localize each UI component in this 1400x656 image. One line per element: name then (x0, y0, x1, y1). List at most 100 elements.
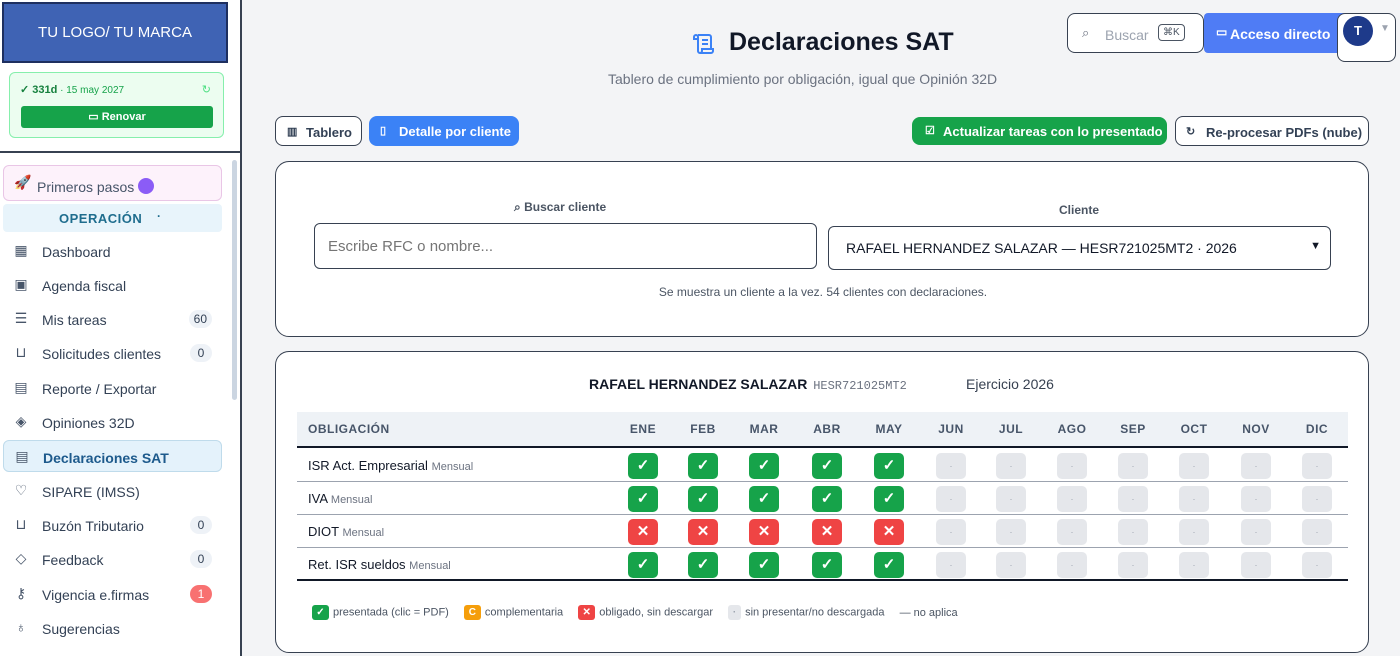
global-search[interactable]: ⌕ Buscar ⌘K (1067, 13, 1204, 53)
reprocess-pdfs-button[interactable]: ↻ Re-procesar PDFs (nube) (1175, 116, 1369, 146)
sidebar-item-declaraciones-sat[interactable]: ▤ Declaraciones SAT (3, 440, 222, 472)
sidebar-item-label: SIPARE (IMSS) (42, 484, 140, 500)
status-pendiente: · (1302, 519, 1332, 545)
status-pendiente: · (1057, 453, 1087, 479)
obligation-name: IVA Mensual (308, 491, 372, 506)
legend-label: obligado, sin descargar (599, 606, 713, 619)
status-pendiente: · (1241, 552, 1271, 578)
status-pendiente: · (936, 519, 966, 545)
update-tasks-button[interactable]: ☑ Actualizar tareas con lo presentado (912, 117, 1167, 145)
column-header-month: OCT (1180, 422, 1208, 436)
sidebar-item-label: Mis tareas (42, 312, 107, 328)
checklist-icon: ☰ (14, 310, 28, 326)
sidebar-item-feedback[interactable]: ◇ Feedback 0 (3, 543, 222, 575)
status-presentada[interactable]: ✓ (688, 453, 718, 479)
sidebar-scrollbar[interactable] (232, 160, 237, 400)
legend-item-complementaria: Ccomplementaria (463, 605, 563, 620)
sidebar-item-reporte-exportar[interactable]: ▤ Reporte / Exportar (3, 372, 222, 404)
brand-logo[interactable]: TU LOGO/ TU MARCA (2, 2, 228, 63)
status-presentada[interactable]: ✓ (874, 453, 904, 479)
status-pendiente: · (1179, 453, 1209, 479)
sidebar-item-label: Feedback (42, 552, 104, 568)
sidebar-item-agenda-fiscal[interactable]: ▣ Agenda fiscal (3, 269, 222, 301)
direct-access-button[interactable]: ▭ Acceso directo (1204, 13, 1352, 53)
inbox-icon: ⊔ (15, 344, 27, 360)
status-presentada[interactable]: ✓ (874, 552, 904, 578)
first-steps-item[interactable]: 🚀 Primeros pasos (3, 165, 222, 201)
status-presentada[interactable]: ✓ (688, 486, 718, 512)
sidebar-item-label: Opiniones 32D (42, 415, 135, 431)
user-menu[interactable]: T ▼ (1337, 13, 1396, 62)
client-select[interactable]: RAFAEL HERNANDEZ SALAZAR — HESR721025MT2… (828, 226, 1331, 270)
sidebar-item-sipare-imss[interactable]: ♡ SIPARE (IMSS) (3, 475, 222, 507)
status-presentada[interactable]: ✓ (812, 453, 842, 479)
checkbox-icon: ☑ (925, 125, 935, 137)
tab-detalle-cliente[interactable]: ▯ Detalle por cliente (369, 116, 519, 146)
status-presentada[interactable]: ✓ (749, 486, 779, 512)
sidebar-item-sugerencias[interactable]: ♁ Sugerencias (3, 612, 222, 644)
search-icon: ⌕ (1082, 25, 1090, 40)
sidebar-item-vigencia-e-firmas[interactable]: ⚷ Vigencia e.firmas 1 (3, 578, 222, 610)
column-header-month: DIC (1305, 422, 1329, 436)
column-header-obligation: OBLIGACIÓN (308, 422, 390, 436)
subscription-card: ✓ 331d · 15 may 2027 ↻ ▭ Renovar (9, 72, 224, 138)
column-header-month: ENE (629, 422, 657, 436)
status-obligado: ✕ (874, 519, 904, 545)
divider (0, 151, 240, 153)
status-presentada[interactable]: ✓ (628, 552, 658, 578)
status-pendiente: · (1241, 453, 1271, 479)
section-operacion[interactable]: OPERACIÓN · (3, 204, 222, 232)
status-presentada[interactable]: ✓ (688, 552, 718, 578)
check-icon: ✓ (312, 605, 329, 620)
sidebar-item-buz-n-tributario[interactable]: ⊔ Buzón Tributario 0 (3, 509, 222, 541)
status-presentada[interactable]: ✓ (749, 453, 779, 479)
sidebar-item-opiniones-32d[interactable]: ◈ Opiniones 32D (3, 406, 222, 438)
client-selected-value: RAFAEL HERNANDEZ SALAZAR — HESR721025MT2… (846, 240, 1237, 256)
table-row: IVA Mensual ✓ ✓ ✓ ✓ ✓ · · · · · · · (297, 482, 1348, 515)
legend-label: presentada (clic = PDF) (333, 606, 449, 619)
obligation-name: Ret. ISR sueldos Mensual (308, 557, 451, 572)
status-pendiente: · (996, 519, 1026, 545)
refresh-icon[interactable]: ↻ (202, 83, 211, 96)
shortcut-hint: ⌘K (1158, 24, 1185, 41)
status-pendiente: · (996, 453, 1026, 479)
status-presentada[interactable]: ✓ (874, 486, 904, 512)
status-pendiente: · (1118, 552, 1148, 578)
legend-item-presentada: ✓ presentada (clic = PDF) (312, 605, 449, 620)
expiry-date: 15 may 2027 (66, 85, 125, 96)
sidebar-item-solicitudes-clientes[interactable]: ⊔ Solicitudes clientes 0 (3, 337, 222, 369)
obligation-name: ISR Act. Empresarial Mensual (308, 458, 473, 473)
heart-pulse-icon: ♡ (14, 482, 28, 498)
sidebar-item-label: Agenda fiscal (42, 278, 127, 294)
obligation-frequency: Mensual (409, 560, 451, 572)
layers-icon: ◇ (15, 550, 27, 566)
page-title-text: Declaraciones SAT (729, 28, 954, 56)
status-presentada[interactable]: ✓ (628, 453, 658, 479)
tab-tablero[interactable]: ▥ Tablero (275, 116, 362, 146)
sidebar-item-mis-tareas[interactable]: ☰ Mis tareas 60 (3, 303, 222, 335)
status-pendiente: · (996, 552, 1026, 578)
obligation-label: IVA (308, 491, 328, 506)
status-pendiente: · (1118, 486, 1148, 512)
subscription-status: ✓ 331d · 15 may 2027 (20, 83, 124, 96)
refresh-icon: ↻ (1186, 126, 1196, 138)
first-steps-label: Primeros pasos (37, 179, 135, 195)
sidebar-item-dashboard[interactable]: ▦ Dashboard (3, 235, 222, 267)
clipboard-icon: ▯ (380, 125, 387, 137)
count-badge: 1 (190, 585, 212, 603)
status-presentada[interactable]: ✓ (628, 486, 658, 512)
renew-button[interactable]: ▭ Renovar (21, 106, 213, 128)
avatar[interactable]: T (1343, 16, 1373, 46)
monitor-icon: ▭ (1216, 25, 1228, 39)
client-search-input[interactable] (314, 223, 817, 269)
obligation-label: DIOT (308, 524, 339, 539)
status-pendiente: · (1302, 453, 1332, 479)
status-presentada[interactable]: ✓ (812, 552, 842, 578)
search-client-label: ⌕ Buscar cliente (514, 200, 606, 215)
status-presentada[interactable]: ✓ (812, 486, 842, 512)
status-pendiente: · (996, 486, 1026, 512)
status-pendiente: · (1118, 453, 1148, 479)
status-presentada[interactable]: ✓ (749, 552, 779, 578)
calendar-icon: ▣ (14, 276, 28, 292)
status-pendiente: · (1057, 552, 1087, 578)
